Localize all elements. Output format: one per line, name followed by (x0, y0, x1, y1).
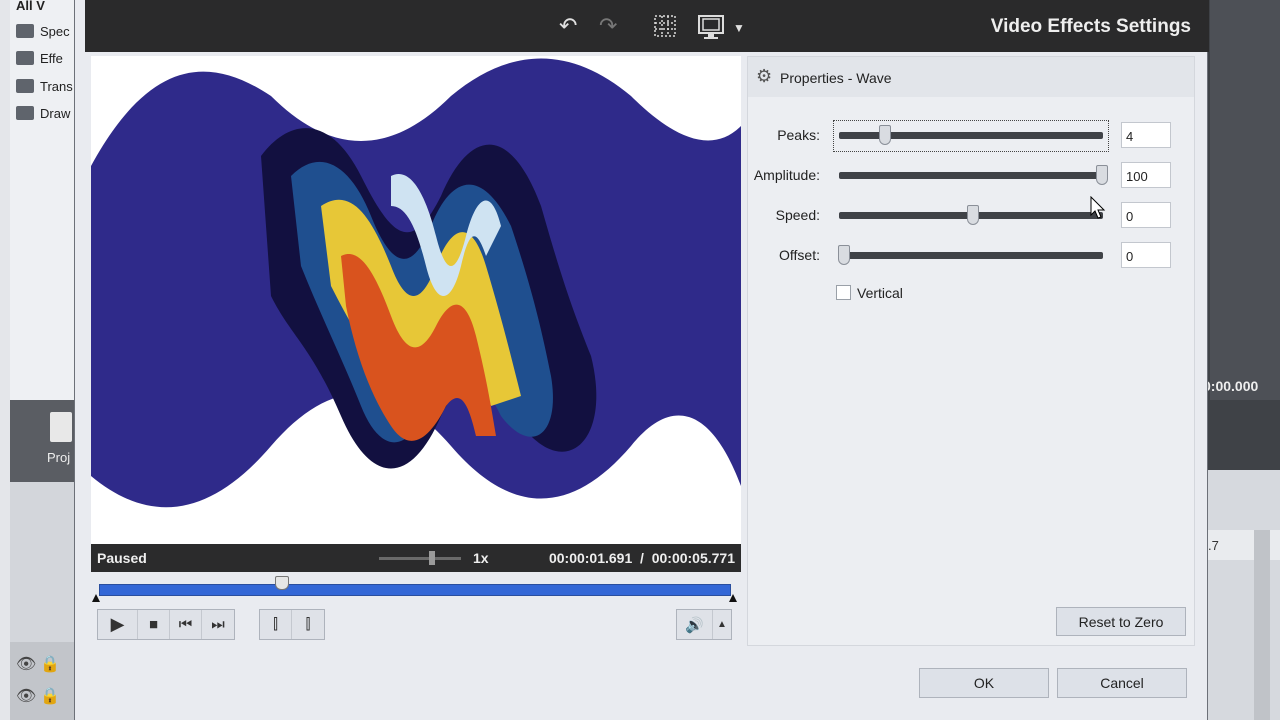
library-item-label: All V (16, 0, 45, 13)
scrollbar[interactable] (1254, 530, 1270, 720)
volume-dropdown-button[interactable]: ▲ (713, 610, 731, 639)
speed-value: 1x (473, 550, 489, 566)
redo-icon[interactable]: ↷ (599, 14, 617, 38)
library-item[interactable]: Trans (16, 75, 82, 97)
folder-icon (16, 24, 34, 38)
timeline-scrubber[interactable] (275, 576, 290, 590)
tool-area (10, 482, 82, 642)
offset-slider-track[interactable] (839, 252, 1103, 259)
wave-effect-frame (91, 56, 741, 544)
undo-icon[interactable]: ↶ (559, 14, 577, 38)
display-icon[interactable] (697, 14, 725, 45)
right-preview (1210, 0, 1280, 400)
dropdown-arrow-icon[interactable]: ▼ (733, 16, 745, 40)
mouse-cursor-icon (1090, 196, 1106, 219)
stop-button[interactable]: ■ (138, 610, 170, 639)
ok-button[interactable]: OK (919, 668, 1049, 698)
gear-icon: ⚙ (756, 66, 773, 86)
skip-back-icon: ⏮ (178, 616, 193, 633)
eye-icon[interactable]: 👁 (16, 686, 36, 706)
eye-icon[interactable]: 👁 (16, 654, 36, 674)
peaks-input[interactable]: 4 (1121, 122, 1171, 148)
chevron-up-icon: ▲ (717, 619, 727, 630)
amplitude-label: Amplitude: (753, 167, 820, 183)
skip-forward-icon: ⏭ (211, 616, 225, 633)
volume-button[interactable]: 🔊 (677, 610, 713, 639)
speed-slider-thumb[interactable] (429, 551, 435, 565)
library-item[interactable]: All V (16, 0, 82, 16)
properties-panel: ⚙ Properties - Wave Peaks: 4 Amplitude: … (747, 56, 1195, 646)
offset-slider-thumb[interactable] (838, 245, 850, 265)
next-frame-button[interactable]: ⏭ (202, 610, 234, 639)
transport-controls: ▶ ■ ⏮ ⏭ (97, 609, 235, 640)
folder-icon (16, 106, 34, 120)
video-preview (91, 56, 741, 544)
mark-out-button[interactable]: ⫿ (292, 610, 324, 639)
mark-in-icon: ⫿ (273, 616, 278, 633)
amplitude-input[interactable]: 100 (1121, 162, 1171, 188)
speed-slider-track[interactable] (379, 557, 461, 560)
library-item-label: Effe (40, 50, 63, 66)
lock-icon[interactable]: 🔒 (40, 686, 60, 706)
amplitude-slider-thumb[interactable] (1096, 165, 1108, 185)
total-time: 00:00:05.771 (651, 550, 735, 566)
mark-in-button[interactable]: ⫿ (260, 610, 292, 639)
library-item[interactable]: Effe (16, 47, 82, 69)
dialog-title: Video Effects Settings (990, 16, 1191, 37)
properties-header: ⚙ Properties - Wave (748, 57, 1194, 97)
grid-icon[interactable] (653, 14, 677, 43)
library-item[interactable]: Spec (16, 20, 82, 42)
offset-label: Offset: (779, 247, 820, 263)
project-icon[interactable] (50, 412, 72, 442)
cancel-button[interactable]: Cancel (1057, 668, 1187, 698)
previous-frame-button[interactable]: ⏮ (170, 610, 202, 639)
peaks-slider-thumb[interactable] (879, 125, 892, 145)
vertical-label: Vertical (857, 285, 903, 301)
play-icon: ▶ (110, 614, 125, 634)
video-effects-dialog: ↶ ↷ ▼ Video Effects Settings Paused 1x 0… (74, 0, 1209, 720)
playback-timeline[interactable] (99, 584, 731, 596)
reset-to-zero-button[interactable]: Reset to Zero (1056, 607, 1186, 636)
timeline-end-marker (729, 594, 737, 602)
library-panel: All V Spec Effe Trans Draw Proj 👁 🔒 👁 🔒 (0, 0, 82, 720)
peaks-label: Peaks: (777, 127, 820, 143)
library-item-label: Spec (40, 23, 70, 39)
right-time-display: 0:00.000 (1203, 378, 1259, 394)
stop-icon: ■ (148, 616, 159, 633)
playback-status: Paused (97, 550, 147, 566)
lock-icon[interactable]: 🔒 (40, 654, 60, 674)
speed-slider-thumb[interactable] (967, 205, 979, 225)
ruler-label: .7 (1208, 538, 1219, 553)
speed-label: Speed: (775, 207, 820, 223)
speed-input[interactable]: 0 (1121, 202, 1171, 228)
playback-status-bar: Paused 1x 00:00:01.691 / 00:00:05.771 (91, 544, 741, 572)
folder-icon (16, 79, 34, 93)
speaker-icon: 🔊 (685, 616, 704, 634)
project-tab-label[interactable]: Proj (47, 450, 70, 465)
time-display: 00:00:01.691 / 00:00:05.771 (549, 550, 735, 566)
current-time: 00:00:01.691 (548, 550, 633, 566)
amplitude-slider-track[interactable] (839, 172, 1103, 179)
vertical-checkbox[interactable] (836, 285, 851, 300)
play-button[interactable]: ▶ (98, 610, 138, 639)
mark-out-icon: ⫿ (305, 616, 311, 633)
volume-controls: 🔊 ▲ (676, 609, 732, 640)
library-item[interactable]: Draw (16, 102, 82, 124)
properties-title: Properties - Wave (780, 70, 892, 86)
folder-icon (16, 51, 34, 65)
timeline-start-marker (92, 594, 100, 602)
library-item-label: Trans (40, 78, 73, 94)
offset-input[interactable]: 0 (1121, 242, 1171, 268)
library-item-label: Draw (40, 105, 71, 121)
time-separator: / (640, 550, 644, 566)
mark-controls: ⫿ ⫿ (259, 609, 325, 640)
title-bar: ↶ ↷ ▼ Video Effects Settings (85, 0, 1209, 52)
